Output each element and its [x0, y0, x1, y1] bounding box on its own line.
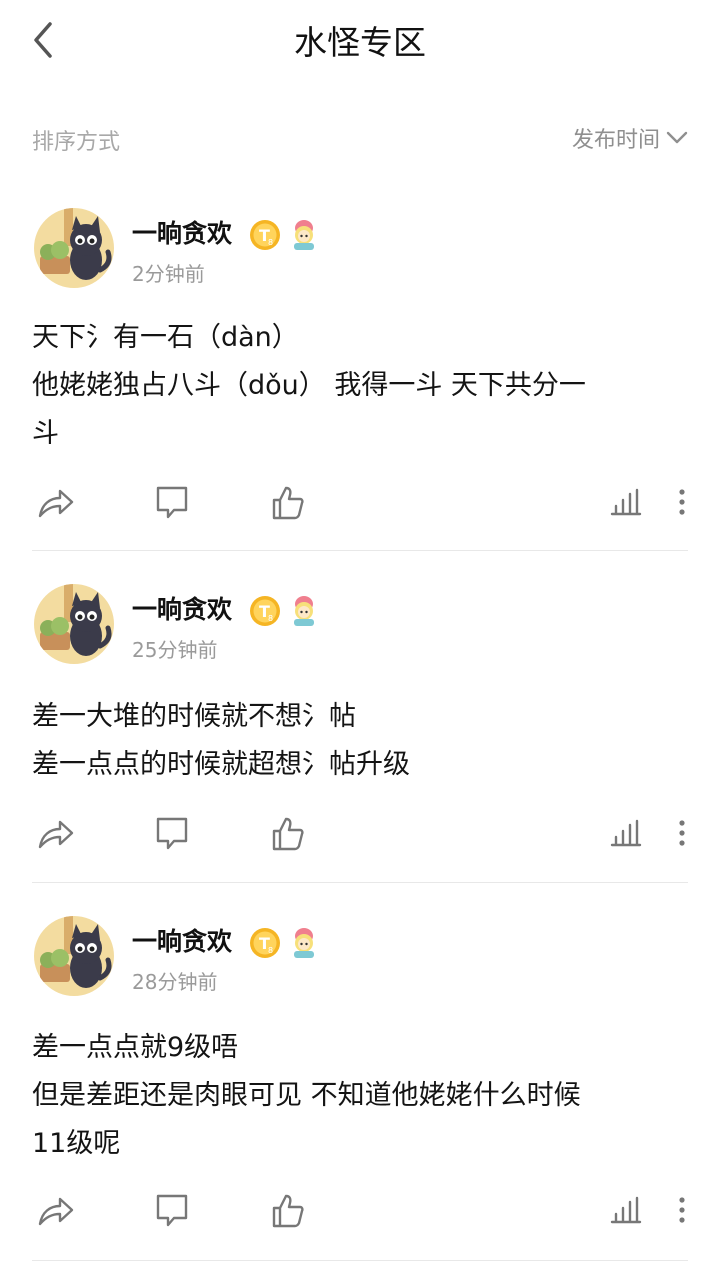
bar-chart-icon [610, 1196, 642, 1224]
divider [32, 882, 688, 883]
sort-label: 排序方式 [32, 130, 121, 155]
stats-button[interactable] [604, 480, 648, 524]
cat-avatar-icon [34, 584, 114, 664]
sort-bar: 排序方式 发布时间 [0, 110, 720, 166]
author-name[interactable]: 一晌贪欢 [132, 214, 232, 250]
level-badge-icon: T 8 [250, 596, 280, 626]
top-bar: 水怪专区 [0, 0, 720, 80]
more-vertical-icon [679, 489, 685, 515]
thumbs-up-icon [272, 817, 304, 851]
character-badge-icon [294, 596, 314, 626]
share-button[interactable] [34, 1188, 78, 1232]
more-vertical-icon [679, 1197, 685, 1223]
post-item[interactable]: 一晌贪欢 T 8 25分钟前 差一大堆的时候就不想氵帖 差一点点的时候就超想氵帖… [0, 584, 720, 884]
badge-group: T 8 [248, 926, 320, 960]
avatar[interactable] [34, 916, 114, 996]
content-line: 天下氵有一石（dàn） [32, 322, 299, 353]
stats-button[interactable] [604, 811, 648, 855]
post-content[interactable]: 差一大堆的时候就不想氵帖 差一点点的时候就超想氵帖升级 [32, 693, 688, 789]
chevron-down-icon [666, 131, 688, 144]
badge-sub: 8 [268, 614, 273, 623]
post-time: 25分钟前 [132, 638, 218, 662]
post-content[interactable]: 差一点点就9级唔 但是差距还是肉眼可见 不知道他姥姥什么时候 11级呢 [32, 1024, 688, 1168]
content-line: 他姥姥独占八斗（dǒu） 我得一斗 天下共分一 [32, 370, 586, 401]
comment-button[interactable] [150, 480, 194, 524]
stats-button[interactable] [604, 1188, 648, 1232]
comment-button[interactable] [150, 811, 194, 855]
post-item[interactable]: 一晌贪欢 T 8 2分钟前 天下氵有一石（dàn） 他姥姥独占八斗（dǒu） 我… [0, 208, 720, 552]
share-icon [38, 489, 74, 518]
content-line: 斗 [32, 418, 59, 449]
content-line: 差一点点的时候就超想氵帖升级 [32, 749, 410, 780]
more-button[interactable] [660, 480, 704, 524]
content-line: 但是差距还是肉眼可见 不知道他姥姥什么时候 [32, 1080, 581, 1111]
share-icon [38, 1197, 74, 1226]
thumbs-up-icon [272, 486, 304, 520]
comment-icon [156, 817, 188, 850]
sort-dropdown[interactable]: 发布时间 [572, 122, 690, 154]
badge-sub: 8 [268, 946, 273, 955]
comment-icon [156, 1194, 188, 1227]
like-button[interactable] [266, 1188, 310, 1232]
author-name[interactable]: 一晌贪欢 [132, 922, 232, 958]
post-time: 2分钟前 [132, 262, 205, 286]
share-button[interactable] [34, 811, 78, 855]
action-bar [0, 480, 720, 540]
badge-group: T 8 [248, 218, 320, 252]
character-badge-icon [294, 928, 314, 958]
avatar[interactable] [34, 208, 114, 288]
more-button[interactable] [660, 1188, 704, 1232]
post-item[interactable]: 一晌贪欢 T 8 28分钟前 差一点点就9级唔 但是差距还是肉眼可见 不知道他姥… [0, 916, 720, 1262]
bar-chart-icon [610, 488, 642, 516]
share-button[interactable] [34, 480, 78, 524]
content-line: 11级呢 [32, 1128, 121, 1159]
avatar[interactable] [34, 584, 114, 664]
author-name[interactable]: 一晌贪欢 [132, 590, 232, 626]
sort-value-text: 发布时间 [571, 128, 660, 153]
more-button[interactable] [660, 811, 704, 855]
page-title: 水怪专区 [294, 23, 426, 62]
cat-avatar-icon [34, 208, 114, 288]
post-time: 28分钟前 [132, 970, 218, 994]
badge-sub: 8 [268, 238, 273, 247]
character-badge-icon [294, 220, 314, 250]
level-badge-icon: T 8 [250, 928, 280, 958]
bar-chart-icon [610, 819, 642, 847]
content-line: 差一大堆的时候就不想氵帖 [32, 701, 356, 732]
badge-group: T 8 [248, 594, 320, 628]
comment-icon [156, 486, 188, 519]
divider [32, 1260, 688, 1261]
comment-button[interactable] [150, 1188, 194, 1232]
cat-avatar-icon [34, 916, 114, 996]
like-button[interactable] [266, 480, 310, 524]
like-button[interactable] [266, 811, 310, 855]
action-bar [0, 811, 720, 871]
content-line: 差一点点就9级唔 [32, 1032, 239, 1063]
thumbs-up-icon [272, 1194, 304, 1228]
post-content[interactable]: 天下氵有一石（dàn） 他姥姥独占八斗（dǒu） 我得一斗 天下共分一 斗 [32, 314, 688, 458]
divider [32, 550, 688, 551]
level-badge-icon: T 8 [250, 220, 280, 250]
share-icon [38, 820, 74, 849]
action-bar [0, 1188, 720, 1248]
more-vertical-icon [679, 820, 685, 846]
